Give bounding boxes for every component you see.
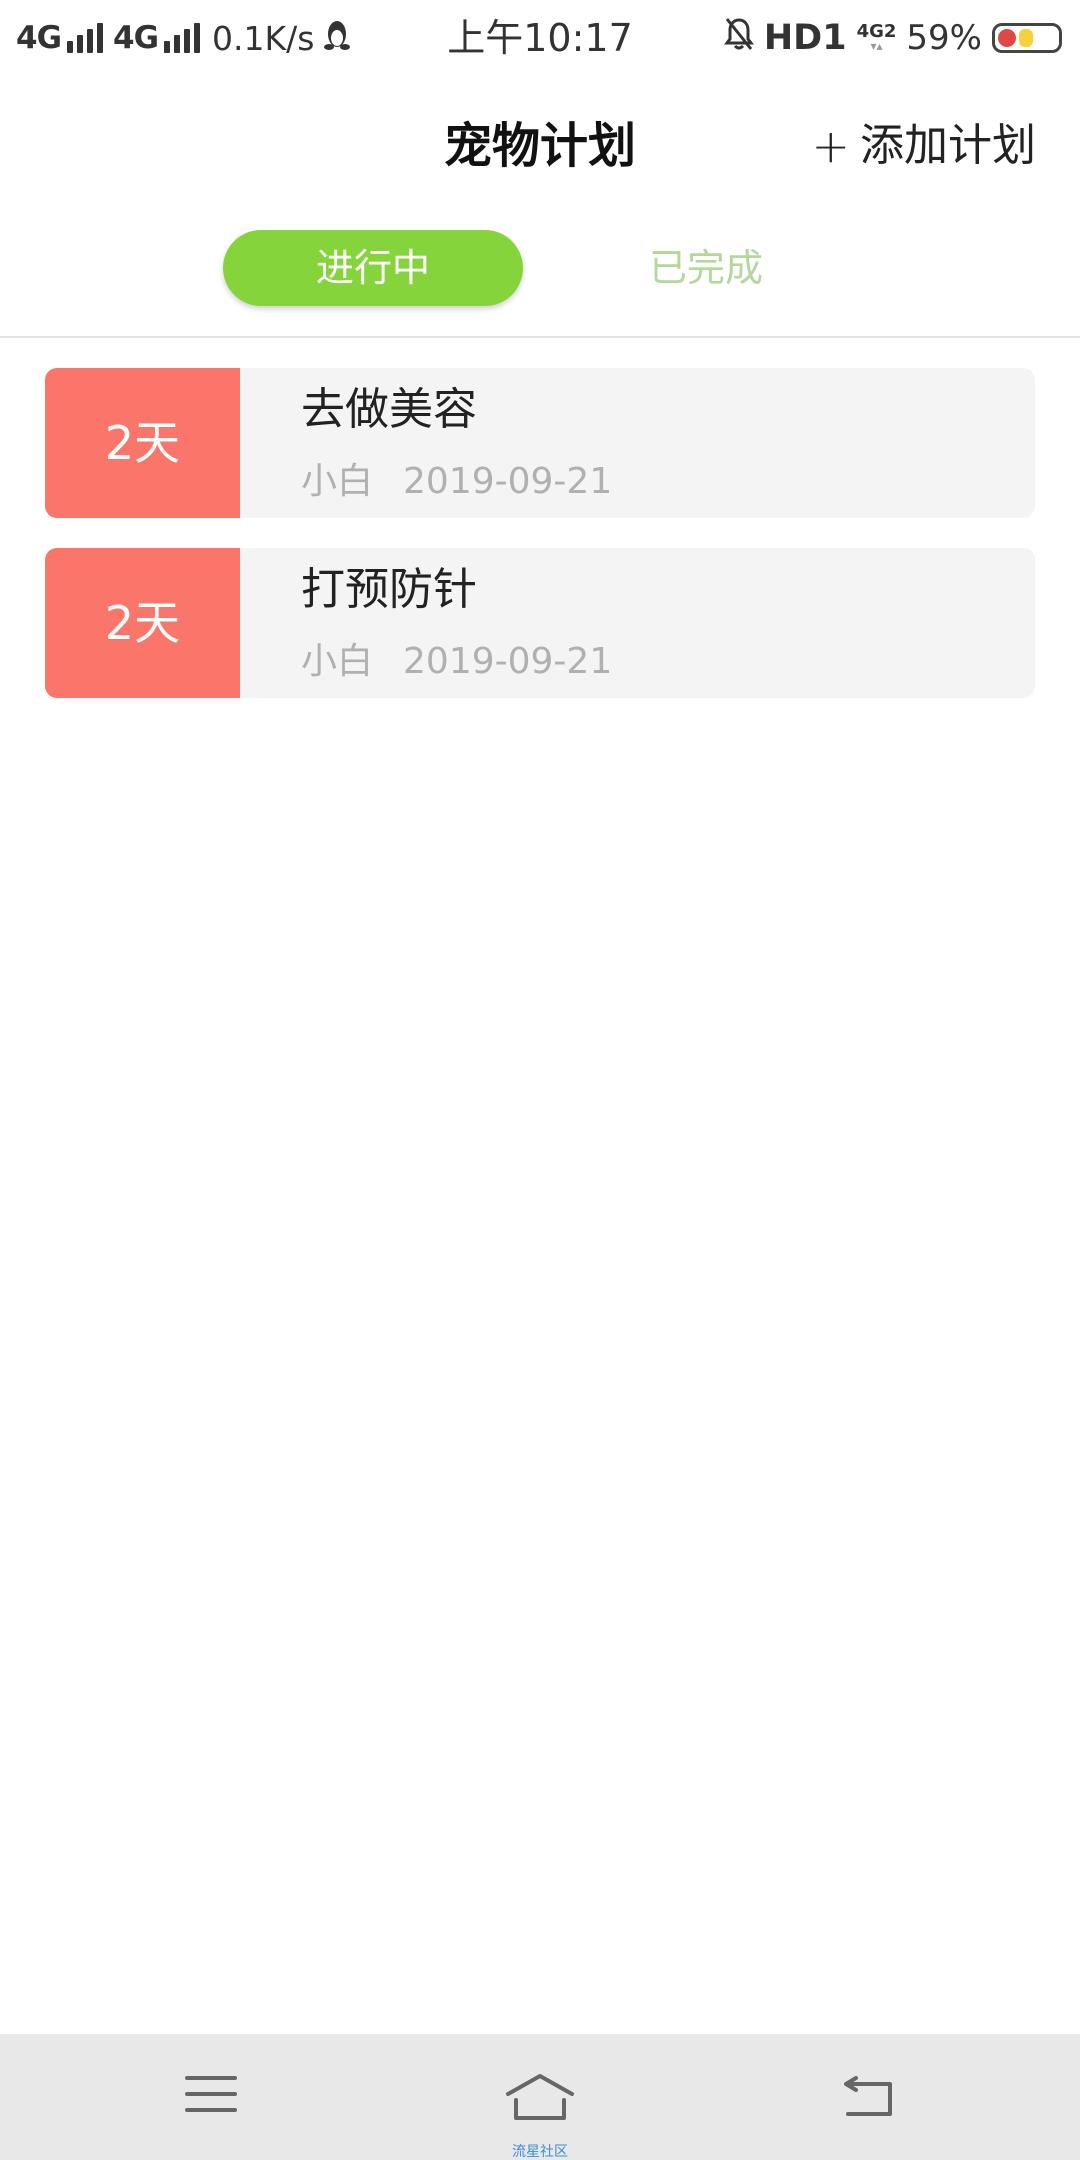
data-arrows-icon: ▾▴ [870, 39, 883, 53]
plan-date: 2019-09-21 [403, 641, 613, 682]
network-3-sub: 2 [883, 21, 897, 42]
qq-penguin-icon [324, 17, 351, 60]
plan-title: 去做美容 [301, 384, 477, 435]
system-nav-bar: 流星社区 [0, 2034, 1080, 2160]
plan-card[interactable]: 2天 去做美容 小白 2019-09-21 [45, 368, 1035, 518]
network-2-label: 4G [113, 20, 159, 56]
days-remaining-badge: 2天 [45, 548, 240, 698]
plus-icon: + [811, 119, 850, 173]
plan-pet-name: 小白 [301, 461, 374, 502]
plan-meta: 小白 2019-09-21 [301, 640, 612, 684]
home-icon [506, 2074, 574, 2120]
divider [0, 336, 1080, 338]
menu-icon [185, 2076, 237, 2112]
header: 宠物计划 + 添加计划 [0, 100, 1080, 192]
tab-completed[interactable]: 已完成 [556, 230, 856, 306]
status-bar: 4G 4G 0.1K/s 上午10:17 HD1 4G2 ▾▴ 59% [0, 0, 1080, 76]
network-1: 4G [16, 20, 104, 56]
network-1-label: 4G [16, 20, 62, 56]
network-speed: 0.1K/s [212, 18, 315, 58]
plan-tabs: 进行中 已完成 [0, 230, 1080, 308]
bell-off-icon [723, 17, 754, 60]
signal-icon [164, 23, 201, 53]
hd-indicator: HD1 [763, 18, 847, 58]
plan-title: 打预防针 [301, 564, 477, 615]
network-3: 4G2 ▾▴ [857, 21, 897, 53]
home-caption: 流星社区 [512, 2144, 568, 2160]
add-plan-button[interactable]: + 添加计划 [811, 118, 1036, 174]
home-button[interactable]: 流星社区 [460, 2034, 620, 2160]
menu-button[interactable] [131, 2034, 291, 2160]
plan-card[interactable]: 2天 打预防针 小白 2019-09-21 [45, 548, 1035, 698]
days-remaining-badge: 2天 [45, 368, 240, 518]
signal-icon [67, 23, 104, 53]
plan-pet-name: 小白 [301, 641, 374, 682]
plan-date: 2019-09-21 [403, 461, 613, 502]
add-plan-label: 添加计划 [860, 120, 1036, 171]
back-button[interactable] [788, 2034, 948, 2160]
battery-icon [992, 23, 1062, 53]
battery-percent: 59% [906, 18, 982, 58]
network-2: 4G [113, 20, 201, 56]
back-icon [844, 2076, 892, 2116]
tab-in-progress[interactable]: 进行中 [223, 230, 523, 306]
status-bar-right: HD1 4G2 ▾▴ 59% [723, 16, 1062, 60]
plan-list: 2天 去做美容 小白 2019-09-21 2天 打预防针 小白 2019-09… [45, 368, 1035, 728]
status-bar-left: 4G 4G 0.1K/s [16, 16, 351, 60]
plan-meta: 小白 2019-09-21 [301, 460, 612, 504]
